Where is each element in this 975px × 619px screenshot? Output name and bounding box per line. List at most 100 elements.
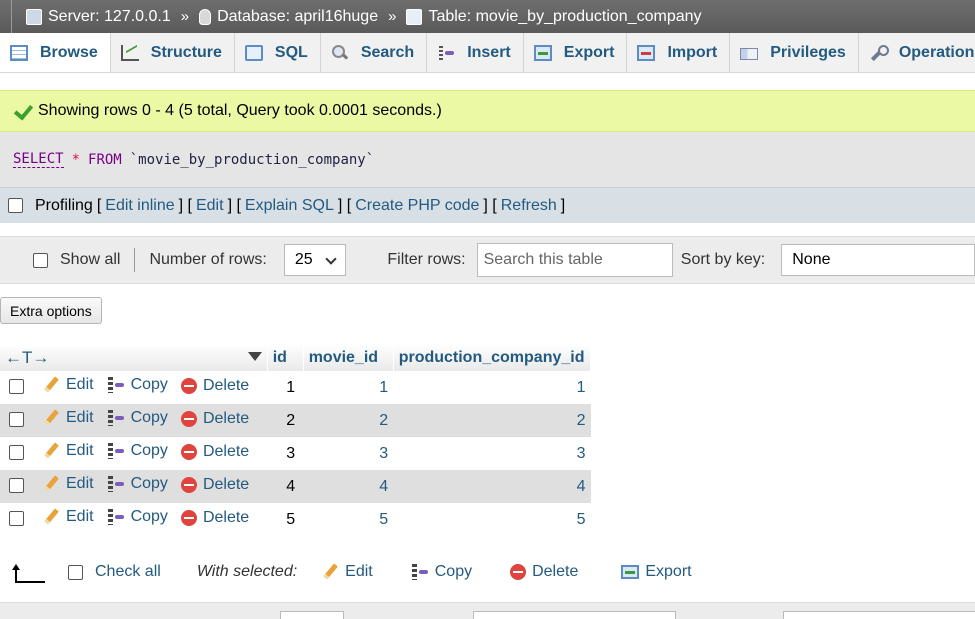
- row-edit-label: Edit: [66, 409, 94, 426]
- bulk-copy-button[interactable]: Copy: [411, 563, 472, 581]
- bottom-filter-input[interactable]: [473, 611, 676, 619]
- pencil-icon: [42, 508, 60, 526]
- server-icon: [26, 8, 42, 25]
- export-icon: [533, 45, 552, 61]
- filter-input[interactable]: Search this table: [476, 243, 673, 277]
- rows-select[interactable]: 25: [283, 244, 347, 276]
- check-all-label[interactable]: Check all: [95, 563, 161, 581]
- tab-browse[interactable]: Browse: [0, 33, 111, 72]
- table-row: Edit Copy Delete 3 3 3: [0, 437, 591, 470]
- cell-movie-id[interactable]: 2: [303, 404, 394, 437]
- bulk-export-label: Export: [645, 563, 692, 580]
- edit-link[interactable]: Edit: [196, 197, 224, 215]
- row-copy-button[interactable]: Copy: [107, 409, 168, 427]
- tab-export[interactable]: Export: [524, 33, 628, 72]
- bulk-edit-button[interactable]: Edit: [321, 563, 373, 581]
- bottom-rows-select[interactable]: [280, 611, 344, 619]
- cell-production-company-id[interactable]: 1: [393, 371, 591, 404]
- cell-movie-id[interactable]: 1: [303, 371, 394, 404]
- column-header-movie-id[interactable]: movie_id: [303, 344, 394, 371]
- tab-import[interactable]: Import: [627, 33, 731, 72]
- refresh-link[interactable]: Refresh: [501, 197, 557, 215]
- bracket: ] [: [178, 196, 192, 214]
- tab-bar: Browse Structure SQL Search Insert Expor…: [0, 33, 975, 73]
- row-copy-button[interactable]: Copy: [107, 442, 168, 460]
- tab-insert[interactable]: Insert: [427, 33, 524, 72]
- row-delete-button[interactable]: Delete: [180, 377, 249, 395]
- row-checkbox[interactable]: [9, 511, 24, 526]
- extra-options-button[interactable]: Extra options: [0, 297, 102, 324]
- cell-id[interactable]: 2: [267, 404, 304, 437]
- column-header-id[interactable]: id: [267, 344, 304, 371]
- cell-production-company-id[interactable]: 4: [393, 470, 591, 503]
- cell-movie-id[interactable]: 5: [303, 503, 394, 536]
- row-delete-button[interactable]: Delete: [180, 410, 249, 428]
- check-all-checkbox[interactable]: [68, 564, 83, 580]
- tab-operations-label: Operations: [898, 44, 975, 61]
- rows-label: Number of rows:: [149, 251, 267, 268]
- row-edit-button[interactable]: Edit: [42, 442, 94, 460]
- cell-id[interactable]: 1: [267, 371, 304, 404]
- breadcrumb-server[interactable]: Server: 127.0.0.1: [26, 8, 171, 26]
- tab-operations[interactable]: Operations: [859, 33, 975, 72]
- row-copy-button[interactable]: Copy: [107, 508, 168, 526]
- column-arrows-header: ←T→: [0, 344, 268, 371]
- explain-sql-link[interactable]: Explain SQL: [245, 197, 334, 215]
- breadcrumb-database[interactable]: Database: april16huge: [199, 8, 378, 26]
- cell-movie-id[interactable]: 3: [303, 437, 394, 470]
- filter-placeholder: Search this table: [483, 251, 603, 268]
- cell-id[interactable]: 3: [267, 437, 304, 470]
- insert-icon: [437, 45, 455, 61]
- row-checkbox[interactable]: [9, 478, 24, 493]
- breadcrumb-separator: »: [180, 8, 190, 25]
- row-checkbox[interactable]: [9, 379, 24, 394]
- tab-privileges[interactable]: Privileges: [730, 33, 859, 72]
- success-text: Showing rows 0 - 4 (5 total, Query took …: [38, 102, 442, 119]
- row-actions: Edit Copy Delete: [0, 470, 268, 503]
- pencil-icon: [42, 475, 60, 493]
- show-all-checkbox[interactable]: [33, 252, 48, 268]
- row-edit-button[interactable]: Edit: [42, 409, 94, 427]
- row-checkbox[interactable]: [9, 445, 24, 460]
- cell-movie-id[interactable]: 4: [303, 470, 394, 503]
- bottom-sort-select[interactable]: [783, 611, 975, 619]
- create-php-code-link[interactable]: Create PHP code: [355, 197, 479, 215]
- profiling-checkbox[interactable]: [8, 198, 23, 213]
- row-edit-button[interactable]: Edit: [42, 475, 94, 493]
- row-actions: Edit Copy Delete: [0, 437, 268, 470]
- column-header-production-company-id[interactable]: production_company_id: [393, 344, 592, 371]
- sort-select[interactable]: None: [781, 244, 975, 276]
- row-edit-button[interactable]: Edit: [42, 508, 94, 526]
- tab-sql[interactable]: SQL: [235, 33, 321, 72]
- bulk-delete-button[interactable]: Delete: [510, 563, 578, 581]
- tab-search[interactable]: Search: [321, 33, 428, 72]
- cell-production-company-id[interactable]: 2: [393, 404, 591, 437]
- cell-production-company-id[interactable]: 5: [393, 503, 591, 536]
- row-edit-label: Edit: [66, 508, 94, 525]
- row-copy-button[interactable]: Copy: [107, 475, 168, 493]
- row-edit-button[interactable]: Edit: [42, 376, 94, 394]
- breadcrumb-table-label: Table: movie_by_production_company: [428, 7, 702, 25]
- cell-production-company-id[interactable]: 3: [393, 437, 591, 470]
- edit-inline-link[interactable]: Edit inline: [105, 197, 174, 215]
- tab-search-label: Search: [360, 44, 415, 61]
- browse-icon: [10, 45, 28, 61]
- sort-label: Sort by key:: [680, 251, 766, 268]
- row-delete-button[interactable]: Delete: [180, 476, 249, 494]
- breadcrumb-table[interactable]: Table: movie_by_production_company: [406, 7, 702, 26]
- structure-icon: [120, 45, 139, 61]
- row-delete-button[interactable]: Delete: [180, 509, 249, 527]
- sql-keyword-select[interactable]: SELECT: [13, 151, 64, 168]
- cell-id[interactable]: 5: [267, 503, 304, 536]
- sort-triangle-icon[interactable]: [247, 351, 262, 361]
- tab-structure[interactable]: Structure: [111, 33, 235, 72]
- column-arrows[interactable]: ←T→: [5, 348, 49, 367]
- bulk-export-button[interactable]: Export: [621, 563, 692, 581]
- row-checkbox[interactable]: [9, 412, 24, 427]
- cell-id[interactable]: 4: [267, 470, 304, 503]
- row-copy-button[interactable]: Copy: [107, 376, 168, 394]
- tab-insert-label: Insert: [467, 44, 511, 61]
- search-icon: [331, 45, 349, 61]
- row-delete-button[interactable]: Delete: [180, 443, 249, 461]
- profiling-bar: Profiling [Edit inline] [Edit] [Explain …: [0, 187, 975, 223]
